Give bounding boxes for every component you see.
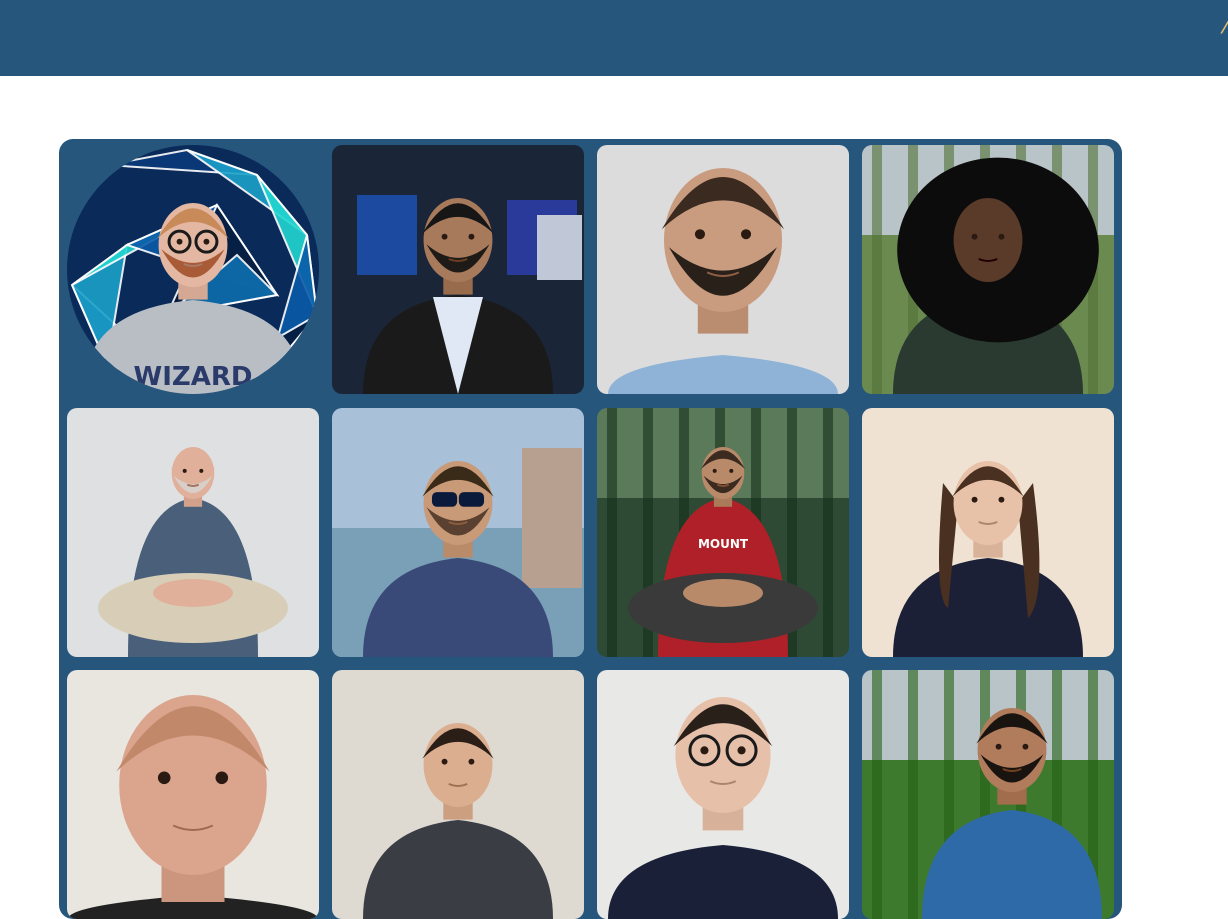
member-photo-12-image xyxy=(862,670,1114,919)
team-photo-grid: WIZARD MOUNT xyxy=(59,139,1122,919)
member-photo-5-image xyxy=(67,408,319,657)
member-photo-11[interactable] xyxy=(597,670,849,919)
member-photo-3-image xyxy=(597,145,849,394)
member-photo-4-image xyxy=(862,145,1114,394)
member-photo-5[interactable] xyxy=(67,408,319,657)
member-photo-1[interactable]: WIZARD xyxy=(67,145,319,394)
member-photo-3[interactable] xyxy=(597,145,849,394)
member-photo-4[interactable] xyxy=(862,145,1114,394)
member-photo-11-image xyxy=(597,670,849,919)
header-bar: ⁄ xyxy=(0,0,1228,76)
member-photo-12[interactable] xyxy=(862,670,1114,919)
member-photo-7[interactable]: MOUNT xyxy=(597,408,849,657)
member-photo-10[interactable] xyxy=(332,670,584,919)
member-photo-2-image xyxy=(332,145,584,394)
header-edge-icon: ⁄ xyxy=(1224,14,1228,39)
member-photo-2[interactable] xyxy=(332,145,584,394)
member-photo-1-shirt-text: WIZARD xyxy=(134,362,253,392)
member-photo-9-image xyxy=(67,670,319,919)
member-photo-7-shirt-text: MOUNT xyxy=(698,537,749,551)
member-photo-1-image: WIZARD xyxy=(67,145,319,394)
member-photo-8-image xyxy=(862,408,1114,657)
member-photo-6-image xyxy=(332,408,584,657)
member-photo-6[interactable] xyxy=(332,408,584,657)
member-photo-7-image: MOUNT xyxy=(597,408,849,657)
member-photo-9[interactable] xyxy=(67,670,319,919)
member-photo-10-image xyxy=(332,670,584,919)
member-photo-8[interactable] xyxy=(862,408,1114,657)
